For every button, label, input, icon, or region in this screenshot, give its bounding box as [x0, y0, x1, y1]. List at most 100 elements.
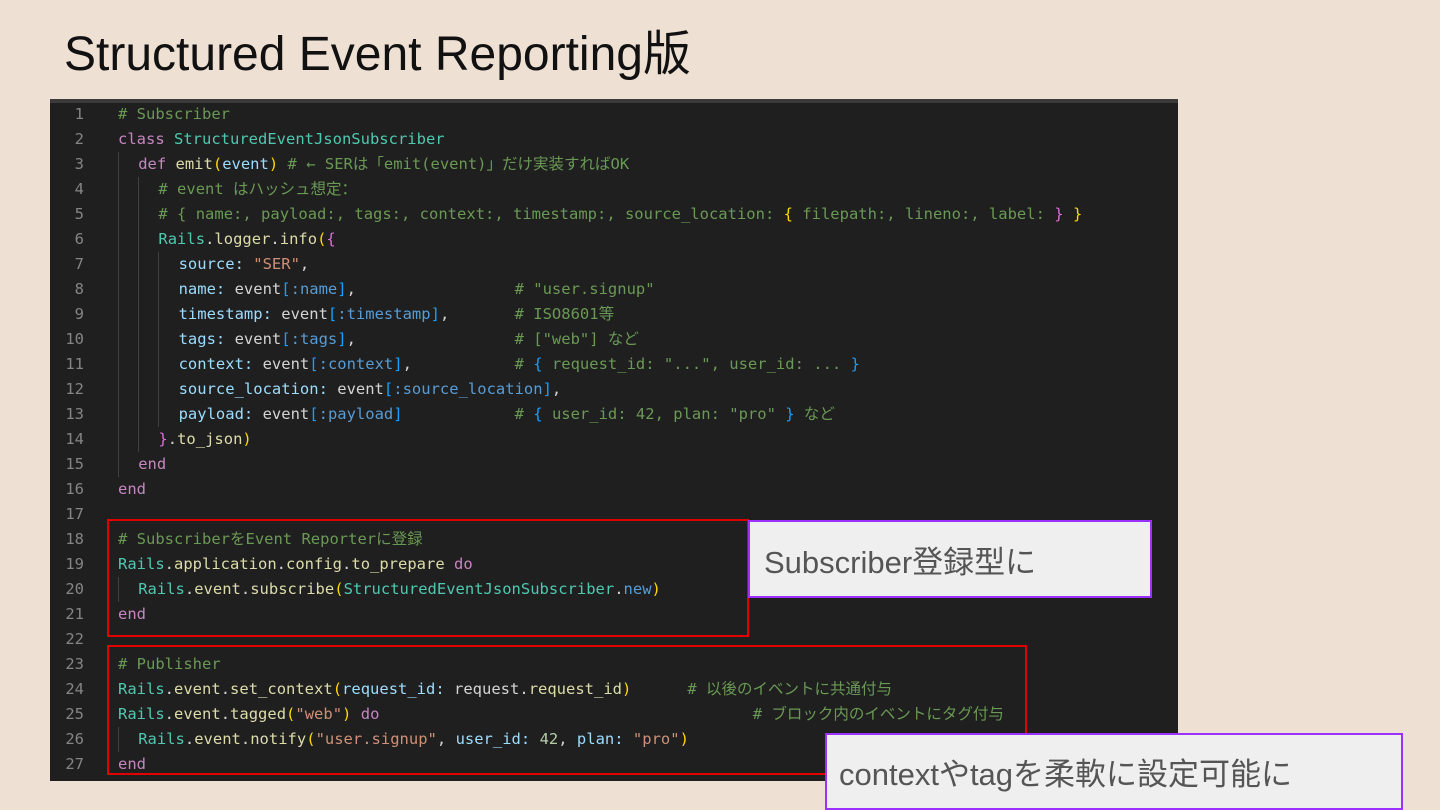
code-text: # { name:, payload:, tags:, context:, ti… — [158, 202, 1082, 227]
indent-guide — [138, 227, 140, 252]
line-number: 2 — [74, 130, 84, 148]
code-text: Rails.logger.info({ — [158, 227, 335, 252]
code-token: ( — [212, 155, 223, 173]
code-token: ] — [393, 405, 403, 423]
code-text: def emit(event) # ← SERは「emit(event)」だけ実… — [138, 152, 629, 177]
code-line: 2 class StructuredEventJsonSubscriber — [50, 127, 1178, 152]
code-token: ) — [268, 155, 279, 173]
code-token: :tags — [290, 330, 338, 348]
line-number: 21 — [65, 605, 84, 623]
code-token: event — [262, 355, 310, 373]
code-token: [ — [309, 405, 319, 423]
code-token: request_id: "...", user_id: ... — [542, 355, 851, 373]
code-token: source: — [178, 255, 254, 273]
line-number: 18 — [65, 530, 84, 548]
line-number: 4 — [74, 180, 84, 198]
code-token: { — [326, 230, 336, 248]
code-token: # "user.signup" — [514, 280, 655, 298]
code-text: name: event[:name], # "user.signup" — [179, 277, 655, 302]
code-line: 4 # event はハッシュ想定： — [50, 177, 1178, 202]
code-line: 15 end — [50, 452, 1178, 477]
indent-guide — [138, 302, 140, 327]
code-token: def — [138, 155, 176, 173]
code-token: end — [138, 455, 167, 473]
code-line: 6 Rails.logger.info({ — [50, 227, 1178, 252]
line-number: 26 — [65, 730, 84, 748]
code-token: ] — [393, 355, 403, 373]
code-token: { — [533, 405, 543, 423]
indent-guide — [158, 252, 160, 277]
line-number: 27 — [65, 755, 84, 773]
line-number: 14 — [65, 430, 84, 448]
code-line: 10 tags: event[:tags], # ["web"] など — [50, 327, 1178, 352]
code-token: , — [551, 380, 562, 398]
line-number: 5 — [74, 205, 84, 223]
code-token: { — [533, 355, 543, 373]
indent-guide — [158, 352, 160, 377]
code-token: info — [279, 230, 318, 248]
code-line: 14 }.to_json) — [50, 427, 1178, 452]
code-token: event — [262, 405, 310, 423]
context-callout-text: contextやtagを柔軟に設定可能に — [839, 757, 1293, 792]
indent-guide — [158, 277, 160, 302]
indent-guide — [138, 202, 140, 227]
line-number: 6 — [74, 230, 84, 248]
indent-guide — [118, 227, 119, 252]
line-number: 8 — [74, 280, 84, 298]
indent-guide — [118, 402, 119, 427]
line-number: 3 — [74, 155, 84, 173]
code-token: . — [205, 230, 215, 248]
indent-guide — [118, 377, 119, 402]
code-token: } — [785, 405, 795, 423]
code-token: event — [222, 155, 269, 173]
code-token: . — [167, 430, 178, 448]
code-token: :name — [290, 280, 338, 298]
code-token: tags: — [178, 330, 235, 348]
slide-title: Structured Event Reporting版 — [64, 28, 691, 81]
code-token: , — [439, 305, 515, 323]
code-token: # Subscriber — [118, 105, 230, 123]
code-token: { — [783, 205, 793, 223]
code-text: # event はハッシュ想定： — [158, 177, 357, 202]
indent-guide — [138, 327, 140, 352]
code-token: . — [270, 230, 280, 248]
line-number: 17 — [65, 505, 84, 523]
code-token: :payload — [318, 405, 394, 423]
code-token: # ["web"] など — [514, 330, 639, 348]
code-line: 13 payload: event[:payload] # { user_id: … — [50, 402, 1178, 427]
code-line: 16 end — [50, 477, 1178, 502]
code-text: # Subscriber — [118, 102, 230, 127]
line-number: 13 — [65, 405, 84, 423]
subscriber-highlight-box — [107, 519, 749, 637]
code-token: event — [234, 330, 282, 348]
line-number: 24 — [65, 680, 84, 698]
code-line: 12 source_location: event[:source_locatio… — [50, 377, 1178, 402]
indent-guide — [158, 302, 160, 327]
code-text: end — [138, 452, 166, 477]
indent-guide — [138, 402, 140, 427]
line-number: 15 — [65, 455, 84, 473]
indent-guide — [158, 327, 160, 352]
code-token: , — [299, 255, 310, 273]
code-text: }.to_json) — [158, 427, 251, 452]
code-text: source_location: event[:source_location]… — [179, 377, 562, 402]
code-text: tags: event[:tags], # ["web"] など — [179, 327, 639, 352]
code-line: 5 # { name:, payload:, tags:, context:, t… — [50, 202, 1178, 227]
code-token: "SER" — [253, 255, 300, 273]
code-token: end — [118, 480, 146, 498]
context-callout: contextやtagを柔軟に設定可能に — [825, 733, 1403, 810]
indent-guide — [118, 352, 119, 377]
line-number: 11 — [65, 355, 84, 373]
code-token: } — [850, 355, 860, 373]
line-number: 16 — [65, 480, 84, 498]
code-token: payload: — [178, 405, 263, 423]
code-token: ] — [337, 330, 347, 348]
code-line: 8 name: event[:name], # "user.signup" — [50, 277, 1178, 302]
code-token: # { name:, payload:, tags:, context:, ti… — [158, 205, 784, 223]
line-number: 19 — [65, 555, 84, 573]
code-token: :timestamp — [337, 305, 431, 323]
line-number: 1 — [74, 105, 84, 123]
code-token: , — [402, 355, 515, 373]
